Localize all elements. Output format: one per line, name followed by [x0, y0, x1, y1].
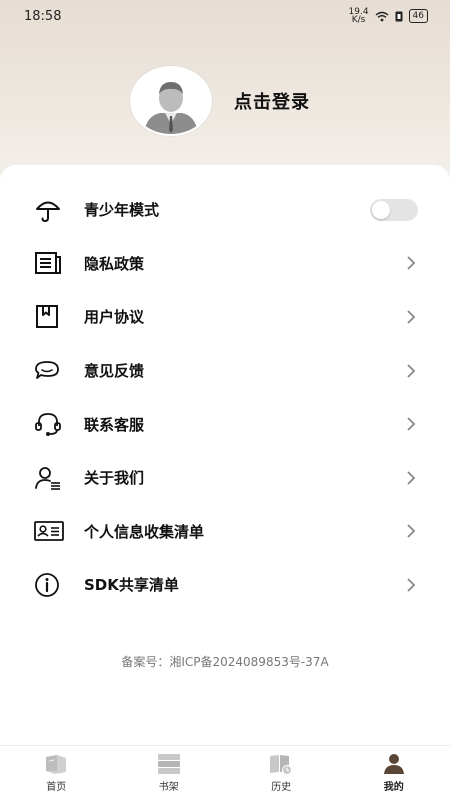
- user-list-icon: [34, 465, 64, 491]
- menu-label: 青少年模式: [84, 201, 160, 220]
- icp-record[interactable]: 备案号：湘ICP备2024089853号-37A: [0, 653, 450, 670]
- chevron-right-icon: [407, 363, 416, 378]
- info-icon: [34, 572, 64, 598]
- person-icon: [381, 753, 407, 775]
- menu-label: 意见反馈: [84, 362, 145, 381]
- teen-mode-toggle[interactable]: [370, 198, 418, 221]
- wifi-icon: [375, 11, 388, 21]
- book-icon: [43, 753, 69, 775]
- menu-item-personal-info-list[interactable]: 个人信息收集清单: [0, 505, 450, 559]
- tab-label: 首页: [46, 782, 67, 793]
- net-speed: 19.4 K/s: [348, 7, 369, 25]
- menu-label: SDK共享清单: [84, 576, 179, 595]
- status-time: 18:58: [24, 8, 62, 24]
- headset-icon: [34, 411, 64, 437]
- menu-item-feedback[interactable]: 意见反馈: [0, 344, 450, 398]
- tab-profile[interactable]: 我的: [338, 753, 450, 793]
- menu-label: 个人信息收集清单: [84, 522, 205, 541]
- login-button[interactable]: 点击登录: [234, 88, 310, 114]
- status-bar: 18:58 19.4 K/s 46: [0, 0, 450, 32]
- menu-label: 隐私政策: [84, 254, 145, 273]
- id-card-icon: [34, 518, 64, 544]
- chevron-right-icon: [407, 578, 416, 592]
- menu-item-about-us[interactable]: 关于我们: [0, 451, 450, 505]
- tab-label: 历史: [271, 782, 292, 793]
- document-icon: [34, 250, 64, 276]
- chevron-right-icon: [407, 256, 416, 271]
- tab-bookshelf[interactable]: 书架: [113, 753, 225, 793]
- chevron-right-icon: [407, 524, 416, 538]
- history-icon: [268, 753, 294, 775]
- settings-card: 青少年模式 隐私政策 用户协议 意见反馈 联系客服 关于我们 个人信息收集清单 …: [0, 165, 450, 745]
- battery-indicator: 46: [408, 9, 428, 23]
- tab-history[interactable]: 历史: [225, 753, 337, 793]
- chat-bubble-icon: [34, 358, 64, 384]
- avatar[interactable]: [130, 66, 212, 136]
- sim-icon: [395, 11, 403, 21]
- menu-item-customer-service[interactable]: 联系客服: [0, 397, 450, 451]
- settings-menu: 青少年模式 隐私政策 用户协议 意见反馈 联系客服 关于我们 个人信息收集清单 …: [0, 165, 450, 612]
- bottom-tab-bar: 首页 书架 历史 我的: [0, 745, 450, 800]
- tab-label: 书架: [158, 782, 179, 793]
- menu-item-sdk-list[interactable]: SDK共享清单: [0, 558, 450, 612]
- tab-home[interactable]: 首页: [0, 753, 112, 793]
- umbrella-icon: [34, 197, 64, 223]
- menu-item-privacy-policy[interactable]: 隐私政策: [0, 237, 450, 291]
- tab-label: 我的: [383, 782, 404, 793]
- status-icons: 19.4 K/s 46: [348, 7, 428, 25]
- profile-header[interactable]: 点击登录: [130, 66, 310, 136]
- menu-label: 联系客服: [84, 415, 145, 434]
- toggle-knob: [372, 200, 390, 219]
- chevron-right-icon: [407, 471, 416, 485]
- chevron-right-icon: [407, 417, 416, 431]
- menu-label: 关于我们: [84, 469, 145, 488]
- menu-label: 用户协议: [84, 308, 145, 327]
- bookmark-icon: [34, 304, 64, 330]
- menu-item-user-agreement[interactable]: 用户协议: [0, 290, 450, 344]
- default-avatar-icon: [144, 82, 198, 134]
- menu-item-teen-mode[interactable]: 青少年模式: [0, 183, 450, 237]
- bookshelf-icon: [156, 753, 182, 775]
- chevron-right-icon: [407, 310, 416, 324]
